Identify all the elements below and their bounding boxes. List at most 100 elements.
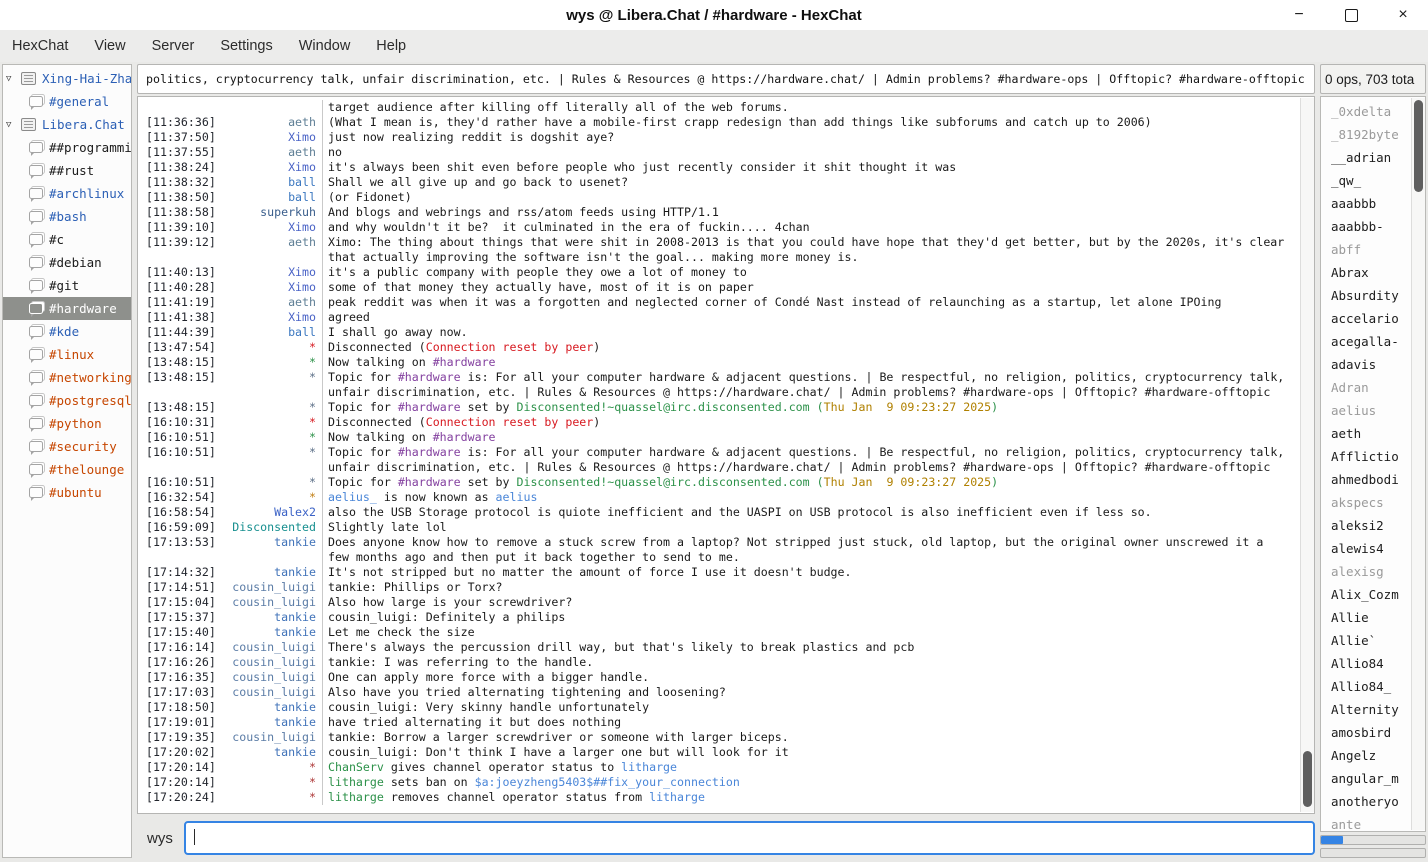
maximize-button[interactable] (1340, 4, 1362, 26)
close-icon: × (1398, 6, 1407, 24)
chat-message-segment: gives channel operator status to (384, 760, 621, 774)
tree-channel-general[interactable]: #general (3, 90, 131, 113)
chat-message-segment: One can apply more force with a bigger h… (328, 670, 649, 684)
chat-line: [17:19:35]cousin_luigitankie: Borrow a l… (146, 730, 1296, 745)
chat-message-segment: it's always been shit even before people… (328, 160, 956, 174)
user-list-item[interactable]: abff (1331, 238, 1411, 261)
menu-item-server[interactable]: Server (152, 38, 195, 54)
user-list-item[interactable]: aaabbb- (1331, 215, 1411, 238)
tree-channel-security[interactable]: #security (3, 435, 131, 458)
chat-timestamp: [16:10:51] (146, 475, 216, 490)
user-list-item[interactable]: aaabbb (1331, 192, 1411, 215)
chat-area[interactable]: target audience after killing off litera… (137, 96, 1315, 814)
minimize-button[interactable]: − (1288, 4, 1310, 26)
user-list-item[interactable]: adavis (1331, 353, 1411, 376)
user-list-item[interactable]: accelario (1331, 307, 1411, 330)
chat-message-segment: peak reddit was when it was a forgotten … (328, 295, 1221, 309)
chat-scrollbar[interactable] (1300, 98, 1314, 812)
channel-icon (29, 211, 43, 222)
tree-channel-thelounge[interactable]: #thelounge (3, 458, 131, 481)
chat-line: [13:48:15]*Topic for #hardware is: For a… (146, 370, 1296, 385)
user-list-item[interactable]: aeth (1331, 422, 1411, 445)
user-list-item[interactable]: ahmedbodi (1331, 468, 1411, 491)
user-list-item[interactable]: akspecs (1331, 491, 1411, 514)
user-list-item[interactable]: __adrian (1331, 146, 1411, 169)
chat-timestamp: [17:20:14] (146, 775, 216, 790)
chat-message-segment: tankie: Borrow a larger screwdriver or s… (328, 730, 789, 744)
user-list-item[interactable]: Angelz (1331, 744, 1411, 767)
tree-channel-rust[interactable]: ##rust (3, 159, 131, 182)
channel-icon (29, 96, 43, 107)
user-list-item[interactable]: _8192byte (1331, 123, 1411, 146)
tree-channel-postgresql[interactable]: #postgresql (3, 389, 131, 412)
server-tree[interactable]: ▽Xing-Hai-Zhan#general▽Libera.Chat##prog… (2, 64, 132, 858)
user-list-scrollbar-handle[interactable] (1414, 100, 1423, 192)
user-list-item[interactable]: angular_m (1331, 767, 1411, 790)
user-list-item[interactable]: anotheryo (1331, 790, 1411, 813)
tree-server-row[interactable]: ▽Xing-Hai-Zhan (3, 67, 131, 90)
tree-channel-git[interactable]: #git (3, 274, 131, 297)
server-icon (21, 118, 36, 131)
chat-message-segment: $a:joeyzheng5403$##fix_your_connection (475, 775, 740, 789)
menu-item-window[interactable]: Window (299, 38, 351, 54)
user-list-item[interactable]: acegalla- (1331, 330, 1411, 353)
tree-channel-kde[interactable]: #kde (3, 320, 131, 343)
menu-item-view[interactable]: View (94, 38, 125, 54)
chat-message-segment: aelius_ (328, 490, 377, 504)
right-column: 0 ops, 703 tota _0xdelta_8192byte__adria… (1320, 64, 1426, 858)
menu-item-hexchat[interactable]: HexChat (12, 38, 68, 54)
chat-line: [17:18:50]tankiecousin_luigi: Very skinn… (146, 700, 1296, 715)
user-list-item[interactable]: ante (1331, 813, 1411, 832)
tree-channel-python[interactable]: #python (3, 412, 131, 435)
chat-nick: * (216, 370, 322, 385)
chat-line: [17:20:14]*litharge sets ban on $a:joeyz… (146, 775, 1296, 790)
user-list-item[interactable]: Absurdity (1331, 284, 1411, 307)
message-input[interactable] (184, 821, 1315, 855)
expander-icon[interactable]: ▽ (6, 120, 21, 130)
chat-timestamp: [13:48:15] (146, 400, 216, 415)
chat-scrollbar-handle[interactable] (1303, 751, 1312, 807)
user-list-item[interactable]: Adran (1331, 376, 1411, 399)
user-list-scrollbar[interactable] (1411, 98, 1425, 830)
chat-message: tankie: I was referring to the handle. (322, 655, 1296, 670)
tree-channel-programming[interactable]: ##programming (3, 136, 131, 159)
chat-message-segment: is now known as (377, 490, 496, 504)
user-list-item[interactable]: Alternity (1331, 698, 1411, 721)
user-list-item[interactable]: aleksi2 (1331, 514, 1411, 537)
tree-channel-linux[interactable]: #linux (3, 343, 131, 366)
user-list-item[interactable]: amosbird (1331, 721, 1411, 744)
user-list-item[interactable]: alewis4 (1331, 537, 1411, 560)
tree-channel-c[interactable]: #c (3, 228, 131, 251)
expander-icon[interactable]: ▽ (6, 74, 21, 84)
user-list-item[interactable]: Abrax (1331, 261, 1411, 284)
close-button[interactable]: × (1392, 4, 1414, 26)
user-list-item[interactable]: Allie (1331, 606, 1411, 629)
user-list-item[interactable]: Alix_Cozm (1331, 583, 1411, 606)
chat-line: unfair discrimination, etc. | Rules & Re… (146, 460, 1296, 475)
tree-server-row[interactable]: ▽Libera.Chat (3, 113, 131, 136)
tree-channel-bash[interactable]: #bash (3, 205, 131, 228)
title-bar[interactable]: wys @ Libera.Chat / #hardware - HexChat … (0, 0, 1428, 30)
chat-message-segment: set by (461, 475, 517, 489)
user-list-item[interactable]: aelius (1331, 399, 1411, 422)
user-list-item[interactable]: _qw_ (1331, 169, 1411, 192)
user-list-item[interactable]: Allio84 (1331, 652, 1411, 675)
menu-item-help[interactable]: Help (376, 38, 406, 54)
tree-channel-networking[interactable]: #networking (3, 366, 131, 389)
tree-channel-hardware[interactable]: #hardware (3, 297, 131, 320)
user-list-item[interactable]: alexisg (1331, 560, 1411, 583)
tree-channel-ubuntu[interactable]: #ubuntu (3, 481, 131, 504)
channel-label: #networking (49, 370, 131, 385)
channel-label: ##rust (49, 163, 94, 178)
user-list-item[interactable]: Allio84_ (1331, 675, 1411, 698)
chat-messages: target audience after killing off litera… (146, 100, 1296, 805)
tree-channel-archlinux[interactable]: #archlinux (3, 182, 131, 205)
menu-item-settings[interactable]: Settings (220, 38, 272, 54)
user-list-item[interactable]: Allie` (1331, 629, 1411, 652)
chat-message-segment: Also how large is your screwdriver? (328, 595, 572, 609)
user-list[interactable]: _0xdelta_8192byte__adrian_qw_aaabbbaaabb… (1320, 96, 1426, 832)
user-list-item[interactable]: _0xdelta (1331, 100, 1411, 123)
user-list-item[interactable]: Afflictio (1331, 445, 1411, 468)
topic-input[interactable]: politics, cryptocurrency talk, unfair di… (137, 64, 1315, 94)
tree-channel-debian[interactable]: #debian (3, 251, 131, 274)
